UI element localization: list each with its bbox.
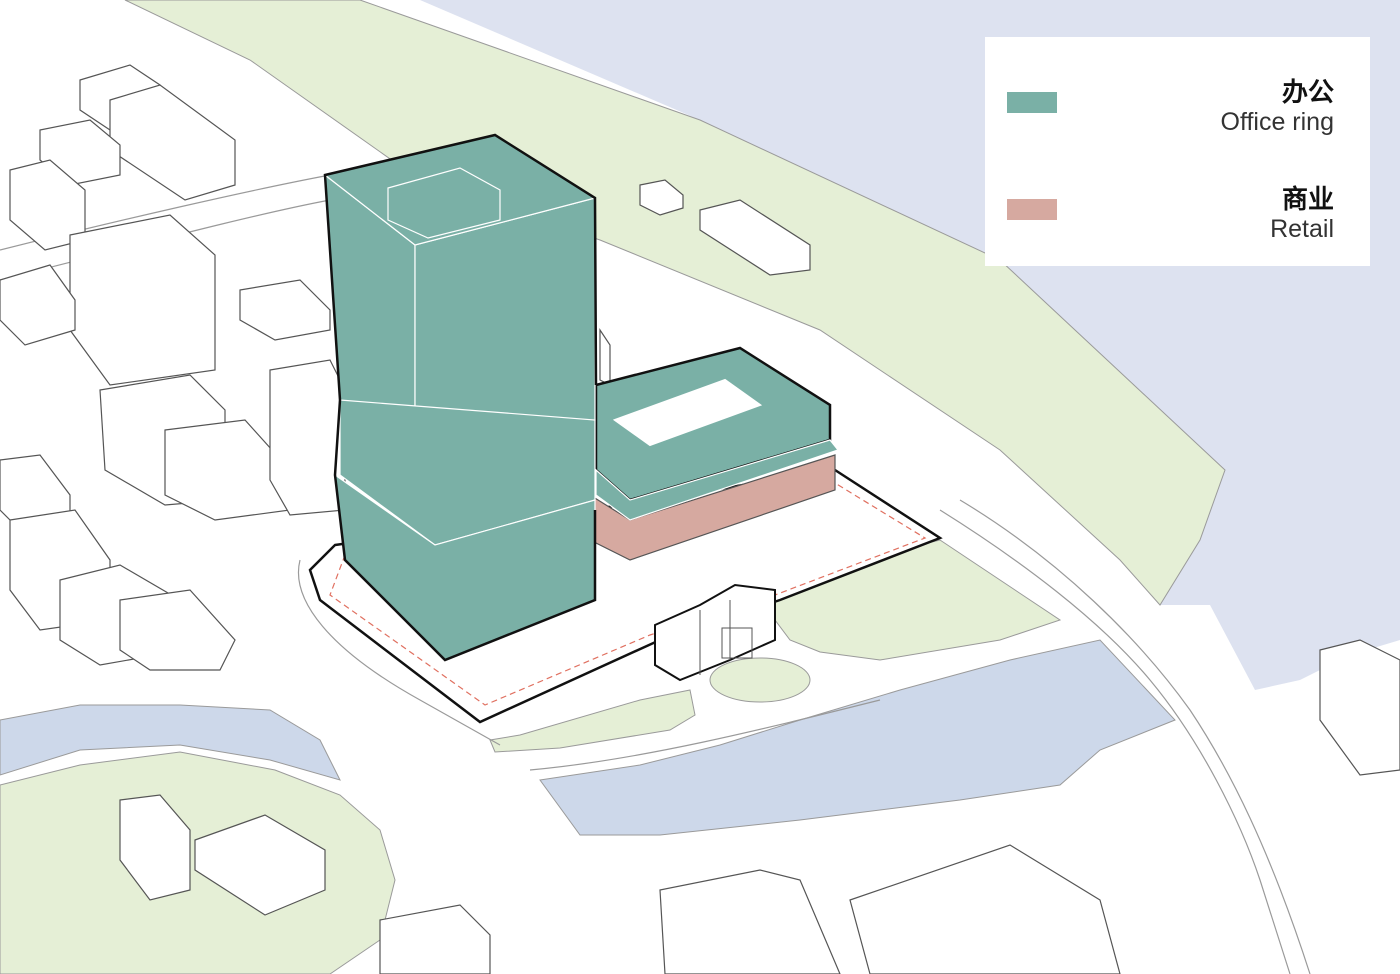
office-label-en: Office ring <box>1220 108 1334 136</box>
legend-item-retail: 商业 Retail <box>985 179 1370 249</box>
retail-label-en: Retail <box>1270 215 1334 243</box>
plaza-green-oval <box>709 657 811 703</box>
office-label-cn: 办公 <box>1281 78 1334 108</box>
canal <box>539 639 1176 836</box>
legend-item-office: 办公 Office ring <box>985 72 1370 142</box>
office-swatch <box>1007 92 1057 113</box>
legend: 办公 Office ring 商业 Retail <box>985 37 1370 266</box>
retail-label-cn: 商业 <box>1281 185 1334 215</box>
retail-swatch <box>1007 199 1057 220</box>
